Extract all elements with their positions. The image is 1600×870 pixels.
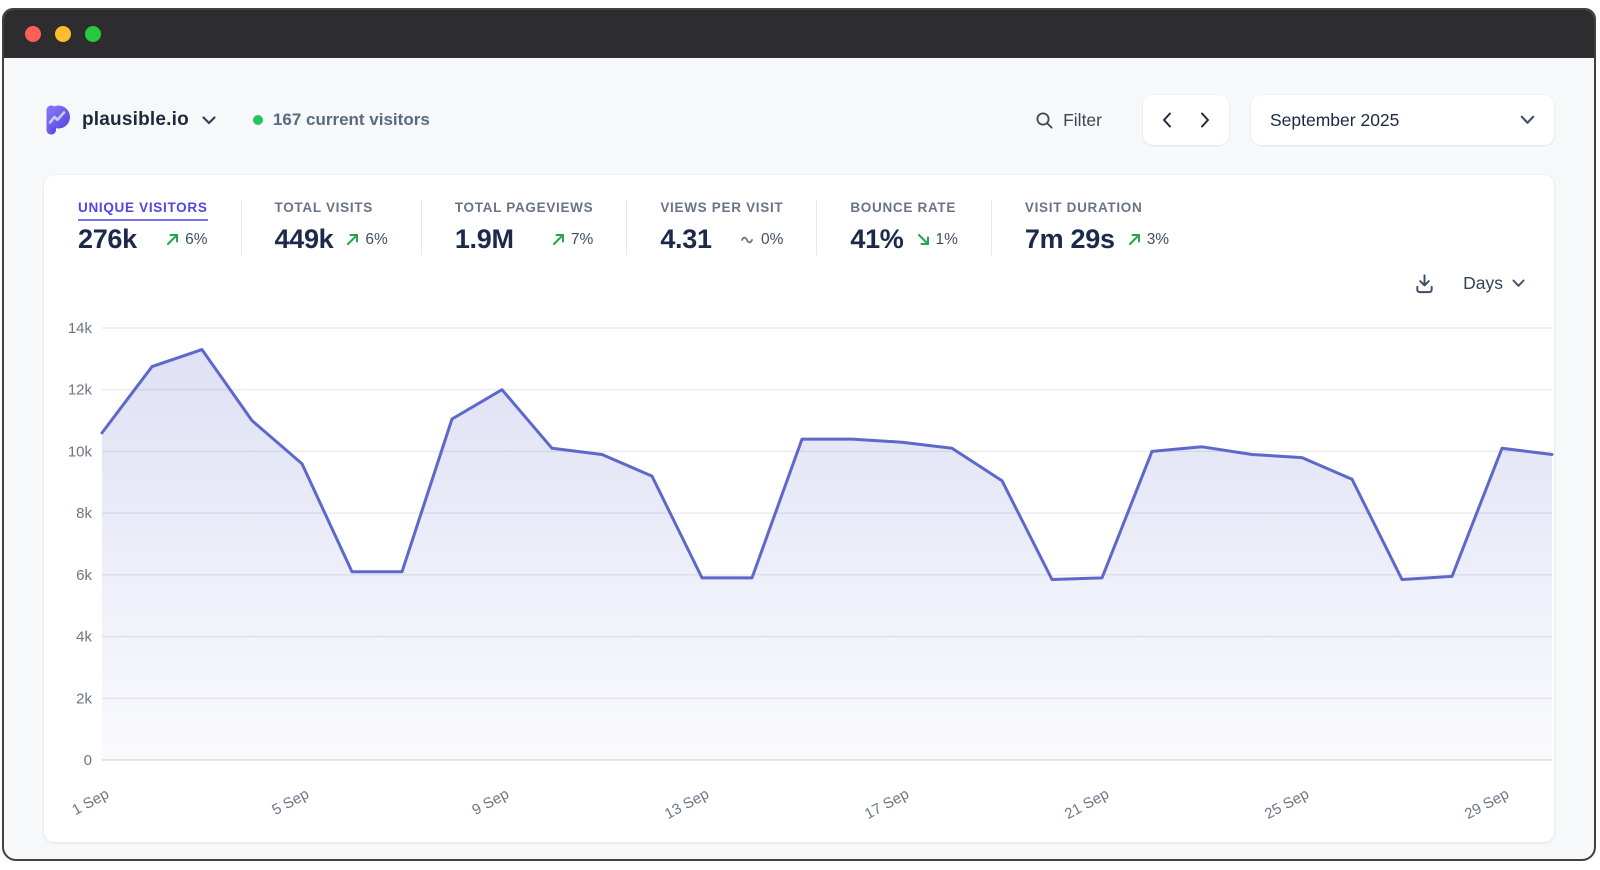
stat-change-value: 3% — [1147, 231, 1169, 249]
download-icon — [1413, 272, 1436, 295]
zoom-window-button[interactable] — [85, 26, 101, 42]
filter-button[interactable]: Filter — [1035, 110, 1102, 131]
next-period-button[interactable] — [1191, 102, 1219, 138]
x-axis-label: 29 Sep — [1462, 786, 1512, 823]
y-axis-label: 4k — [76, 629, 92, 646]
live-dot-icon — [253, 115, 263, 125]
x-axis-label: 9 Sep — [469, 786, 512, 819]
stat-change: 6% — [345, 231, 387, 249]
stat-change: 0% — [740, 231, 783, 249]
app-window: plausible.io 167 current visitors Filter — [2, 8, 1596, 861]
stat-change-value: 6% — [185, 231, 207, 249]
stat-value: 1.9M — [455, 224, 514, 255]
stat-change: 3% — [1127, 231, 1169, 249]
stat-bounce-rate[interactable]: BOUNCE RATE 41% 1% — [816, 200, 991, 255]
stat-views-per-visit[interactable]: VIEWS PER VISIT 4.31 0% — [626, 200, 816, 255]
stat-label: VISIT DURATION — [1025, 200, 1143, 215]
x-axis-label: 13 Sep — [662, 786, 712, 823]
trend-up-icon — [165, 232, 180, 247]
stat-value: 41% — [850, 224, 903, 255]
previous-period-button[interactable] — [1153, 102, 1181, 138]
stat-label: BOUNCE RATE — [850, 200, 956, 215]
stat-label: VIEWS PER VISIT — [660, 200, 783, 215]
chevron-down-icon — [1512, 279, 1525, 288]
chevron-down-icon — [202, 116, 216, 125]
chevron-right-icon — [1200, 112, 1210, 128]
x-axis-label: 1 Sep — [69, 786, 112, 819]
y-axis-label: 0 — [84, 752, 92, 769]
chevron-down-icon — [1520, 115, 1535, 125]
filter-label: Filter — [1063, 110, 1102, 131]
y-axis-label: 12k — [68, 382, 93, 399]
trend-flat-icon — [740, 232, 756, 247]
export-button[interactable] — [1413, 272, 1436, 295]
minimize-window-button[interactable] — [55, 26, 71, 42]
plausible-logo-icon — [44, 105, 71, 135]
date-range-picker[interactable]: September 2025 — [1251, 95, 1554, 145]
stats-row: UNIQUE VISITORS 276k 6% TOTAL VISITS — [44, 175, 1554, 255]
stat-change-value: 7% — [571, 231, 593, 249]
stat-change: 7% — [551, 231, 593, 249]
interval-label: Days — [1463, 273, 1503, 294]
x-axis-label: 25 Sep — [1262, 786, 1312, 823]
stat-total-pageviews[interactable]: TOTAL PAGEVIEWS 1.9M 7% — [421, 200, 627, 255]
visitors-area-chart: 0 2k 4k 6k 8k 10k 12k 14k 1 Sep 5 Sep 9 Sep 13 Sep 1… — [44, 315, 1557, 830]
site-switcher-button[interactable] — [202, 116, 216, 125]
y-axis-label: 6k — [76, 567, 92, 584]
y-axis-label: 2k — [76, 690, 92, 707]
current-visitors-label: 167 current visitors — [273, 110, 430, 130]
current-visitors[interactable]: 167 current visitors — [253, 110, 430, 130]
stat-change-value: 6% — [365, 231, 387, 249]
dashboard-page: plausible.io 167 current visitors Filter — [4, 95, 1594, 842]
stat-change: 1% — [916, 231, 958, 249]
stat-label: TOTAL VISITS — [275, 200, 373, 215]
visitors-chart[interactable]: 0 2k 4k 6k 8k 10k 12k 14k 1 Sep 5 Sep 9 Sep 13 Sep 1… — [44, 315, 1557, 830]
stat-change: 6% — [165, 231, 207, 249]
stat-unique-visitors[interactable]: UNIQUE VISITORS 276k 6% — [78, 200, 241, 255]
trend-down-icon — [916, 232, 931, 247]
dashboard-header: plausible.io 167 current visitors Filter — [44, 95, 1554, 145]
date-nav — [1143, 95, 1229, 145]
date-range-label: September 2025 — [1270, 110, 1399, 131]
chevron-left-icon — [1162, 112, 1172, 128]
interval-dropdown[interactable]: Days — [1463, 273, 1525, 294]
stat-visit-duration[interactable]: VISIT DURATION 7m 29s 3% — [991, 200, 1202, 255]
search-icon — [1035, 111, 1054, 130]
trend-up-icon — [1127, 232, 1142, 247]
stat-label: TOTAL PAGEVIEWS — [455, 200, 594, 215]
trend-up-icon — [345, 232, 360, 247]
close-window-button[interactable] — [25, 26, 41, 42]
y-axis-label: 14k — [68, 320, 93, 337]
y-axis-label: 10k — [68, 443, 93, 460]
visitors-area-fill — [102, 350, 1552, 760]
stat-value: 276k — [78, 224, 137, 255]
stat-label: UNIQUE VISITORS — [78, 200, 208, 221]
stat-value: 7m 29s — [1025, 224, 1115, 255]
stat-change-value: 1% — [936, 231, 958, 249]
x-axis-label: 21 Sep — [1062, 786, 1112, 823]
analytics-card: UNIQUE VISITORS 276k 6% TOTAL VISITS — [44, 175, 1554, 842]
x-axis-label: 5 Sep — [269, 786, 312, 819]
trend-up-icon — [551, 232, 566, 247]
site-name: plausible.io — [82, 109, 189, 131]
chart-controls: Days — [1413, 272, 1525, 295]
y-axis-label: 8k — [76, 505, 92, 522]
stat-change-value: 0% — [761, 231, 783, 249]
window-titlebar — [4, 10, 1594, 58]
stat-total-visits[interactable]: TOTAL VISITS 449k 6% — [241, 200, 421, 255]
stat-value: 449k — [275, 224, 334, 255]
x-axis-label: 17 Sep — [862, 786, 912, 823]
stat-value: 4.31 — [660, 224, 711, 255]
